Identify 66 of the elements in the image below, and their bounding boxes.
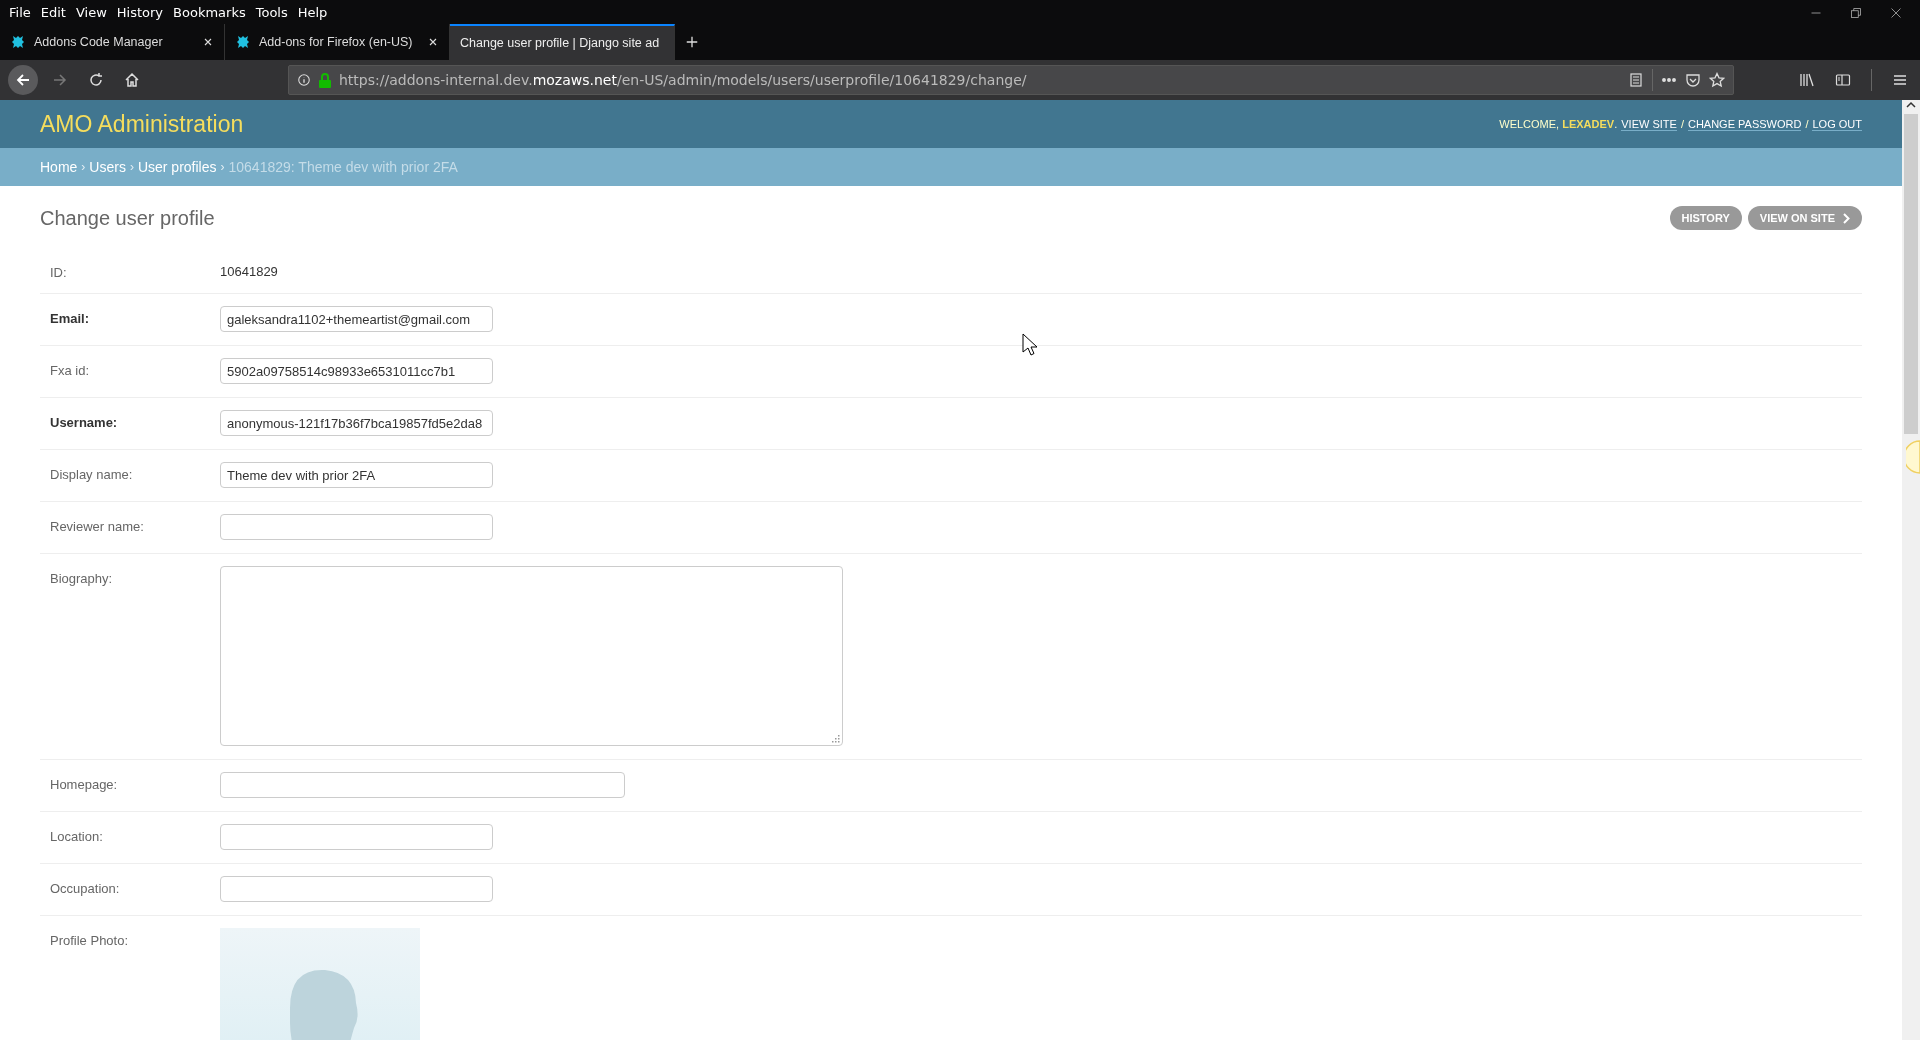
welcome-text: WELCOME, LEXADEV. (1499, 118, 1618, 130)
url-text: https://addons-internal.dev.mozaws.net/en-US/admin/models/users/userprofile/10641829/change/ (339, 72, 1028, 88)
menu-item[interactable]: Bookmarks (168, 4, 251, 20)
field-label: Email: (50, 310, 90, 328)
menu-item[interactable]: Edit (35, 4, 71, 20)
forward-icon[interactable] (52, 72, 68, 88)
close-icon[interactable] (1890, 7, 1902, 19)
breadcrumb-current: 10641829: Theme dev with prior 2FA (228, 159, 458, 175)
page-title: Change user profile (40, 206, 215, 230)
back-button[interactable] (8, 65, 38, 95)
field-label: ID: (50, 264, 68, 280)
breadcrumb-separator: › (129, 160, 134, 174)
library-icon[interactable] (1799, 72, 1815, 88)
field-value: 10641829 (220, 263, 278, 280)
field-label: Biography: (50, 570, 114, 588)
text-field[interactable]: Theme dev with prior 2FA (220, 462, 493, 488)
menu-item[interactable]: File (4, 4, 36, 20)
field-label: Location: (50, 828, 104, 846)
scrollbar[interactable] (1902, 100, 1920, 1040)
chevron-icon (1843, 212, 1850, 224)
restore-icon[interactable] (1850, 7, 1862, 19)
scroll-up-icon[interactable] (1906, 100, 1916, 110)
text-field[interactable] (220, 824, 493, 850)
menu-icon[interactable] (1892, 72, 1908, 88)
menu-item[interactable]: View (70, 4, 112, 20)
back-arrow-icon (15, 72, 31, 88)
menu-item[interactable]: Help (292, 4, 333, 20)
plus-icon[interactable] (685, 35, 699, 49)
field-label: Occupation: (50, 880, 121, 898)
header-link[interactable]: CHANGE PASSWORD (1687, 117, 1802, 131)
info-icon[interactable] (297, 73, 311, 87)
header-link[interactable]: VIEW SITE (1621, 117, 1677, 131)
site-title: AMO Administration (40, 110, 244, 138)
reader-view-icon[interactable] (1628, 72, 1644, 88)
handle-icon[interactable] (1906, 440, 1920, 474)
breadcrumb-separator: › (220, 160, 225, 174)
address-bar[interactable]: https://addons-internal.dev.mozaws.net/en-US/admin/models/users/userprofile/10641829/change/ (288, 65, 1734, 95)
close-icon[interactable] (202, 36, 214, 48)
field-label: Display name: (50, 466, 134, 484)
browser-tab[interactable]: Change user profile | Django site ad (450, 24, 675, 60)
pocket-icon[interactable] (1685, 72, 1701, 88)
breadcrumb-separator: › (81, 160, 86, 174)
menu-item[interactable]: History (111, 4, 169, 20)
menu-item[interactable]: Tools (250, 4, 293, 20)
field-label: Reviewer name: (50, 518, 145, 536)
text-field[interactable] (220, 876, 493, 902)
separator-text: / (1680, 118, 1684, 130)
text-field[interactable] (220, 514, 493, 540)
separator-text: / (1805, 118, 1809, 130)
sidebar-icon[interactable] (1835, 72, 1851, 88)
field-label: Profile Photo: (50, 932, 130, 950)
text-field[interactable]: galeksandra1102+themeartist@gmail.com (220, 306, 493, 332)
star-icon[interactable] (1709, 72, 1725, 88)
close-icon[interactable] (427, 36, 439, 48)
field-label: Homepage: (50, 776, 119, 794)
text-field[interactable]: anonymous-121f17b36f7bca19857fd5e2da8 (220, 410, 493, 436)
text-field[interactable]: 5902a09758514c98933e6531011cc7b1 (220, 358, 493, 384)
field-label: Username: (50, 414, 119, 432)
resize-grip-icon[interactable] (832, 735, 840, 743)
text-field[interactable] (220, 772, 625, 798)
cursor-icon (1022, 333, 1038, 357)
home-icon[interactable] (124, 72, 140, 88)
reload-icon[interactable] (88, 72, 104, 88)
header-link[interactable]: LOG OUT (1812, 117, 1862, 131)
lock-icon (319, 72, 331, 88)
field-label: Fxa id: (50, 362, 90, 380)
